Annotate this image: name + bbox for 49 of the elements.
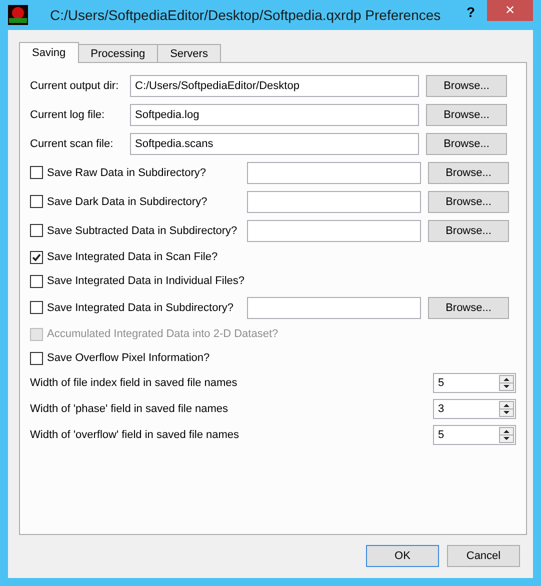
checkbox[interactable] [30, 195, 43, 208]
browse-button[interactable]: Browse... [428, 220, 509, 242]
input-field[interactable] [247, 296, 421, 318]
spin-arrows-icon[interactable] [499, 401, 514, 417]
browse-button[interactable]: Browse... [428, 190, 509, 212]
checkbox-label[interactable]: Save Dark Data in Subdirectory? [47, 196, 247, 208]
browse-button[interactable]: Browse... [428, 296, 509, 318]
input-field[interactable]: Softpedia.scans [130, 132, 419, 154]
checkbox-label[interactable]: Save Subtracted Data in Subdirectory? [47, 224, 247, 236]
checkbox[interactable] [30, 274, 43, 288]
app-icon [8, 5, 28, 25]
dialog-button[interactable]: OK [366, 545, 439, 567]
help-button[interactable]: ? [466, 4, 475, 20]
tab[interactable]: Processing [78, 44, 158, 62]
spin-arrows-icon[interactable] [499, 375, 514, 391]
tab[interactable]: Saving [19, 42, 79, 63]
checkbox-label[interactable]: Save Integrated Data in Scan File? [47, 251, 218, 263]
field-label: Width of file index field in saved file names [30, 377, 238, 389]
browse-button[interactable]: Browse... [428, 162, 509, 184]
checkbox[interactable] [30, 166, 43, 179]
field-label: Width of 'phase' field in saved file names [30, 403, 228, 415]
checkbox[interactable] [30, 301, 43, 314]
checkbox[interactable] [30, 352, 43, 364]
checkbox-label[interactable]: Save Integrated Data in Subdirectory? [47, 302, 247, 314]
checkbox-label[interactable]: Save Integrated Data in Individual Files? [47, 275, 245, 287]
input-field[interactable] [247, 162, 421, 184]
spin-arrows-icon[interactable] [499, 427, 514, 443]
field-label: Current log file: [30, 108, 106, 120]
spin-box[interactable]: 3 [433, 399, 516, 419]
browse-button[interactable]: Browse... [426, 104, 507, 126]
browse-button[interactable]: Browse... [426, 132, 507, 154]
input-field[interactable] [247, 190, 421, 212]
input-field[interactable]: C:/Users/SoftpediaEditor/Desktop [130, 74, 419, 96]
dialog-button[interactable]: Cancel [447, 545, 520, 567]
field-label: Current output dir: [30, 80, 120, 92]
close-button[interactable]: × [487, 0, 533, 21]
checkbox[interactable] [30, 250, 43, 264]
tab[interactable]: Servers [157, 44, 221, 62]
input-field[interactable]: Softpedia.log [130, 104, 419, 126]
window-title: C:/Users/SoftpediaEditor/Desktop/Softpedia.qxrdp Preferences [50, 7, 441, 23]
checkbox-label[interactable]: Save Raw Data in Subdirectory? [47, 166, 247, 178]
spin-box[interactable]: 5 [433, 425, 516, 445]
field-label: Current scan file: [30, 138, 114, 150]
input-field[interactable] [247, 220, 421, 242]
field-label: Width of 'overflow' field in saved file names [30, 429, 240, 441]
browse-button[interactable]: Browse... [426, 74, 507, 96]
spin-box[interactable]: 5 [433, 373, 516, 393]
checkbox-label[interactable]: Save Overflow Pixel Information? [47, 352, 210, 364]
checkbox[interactable] [30, 224, 43, 237]
